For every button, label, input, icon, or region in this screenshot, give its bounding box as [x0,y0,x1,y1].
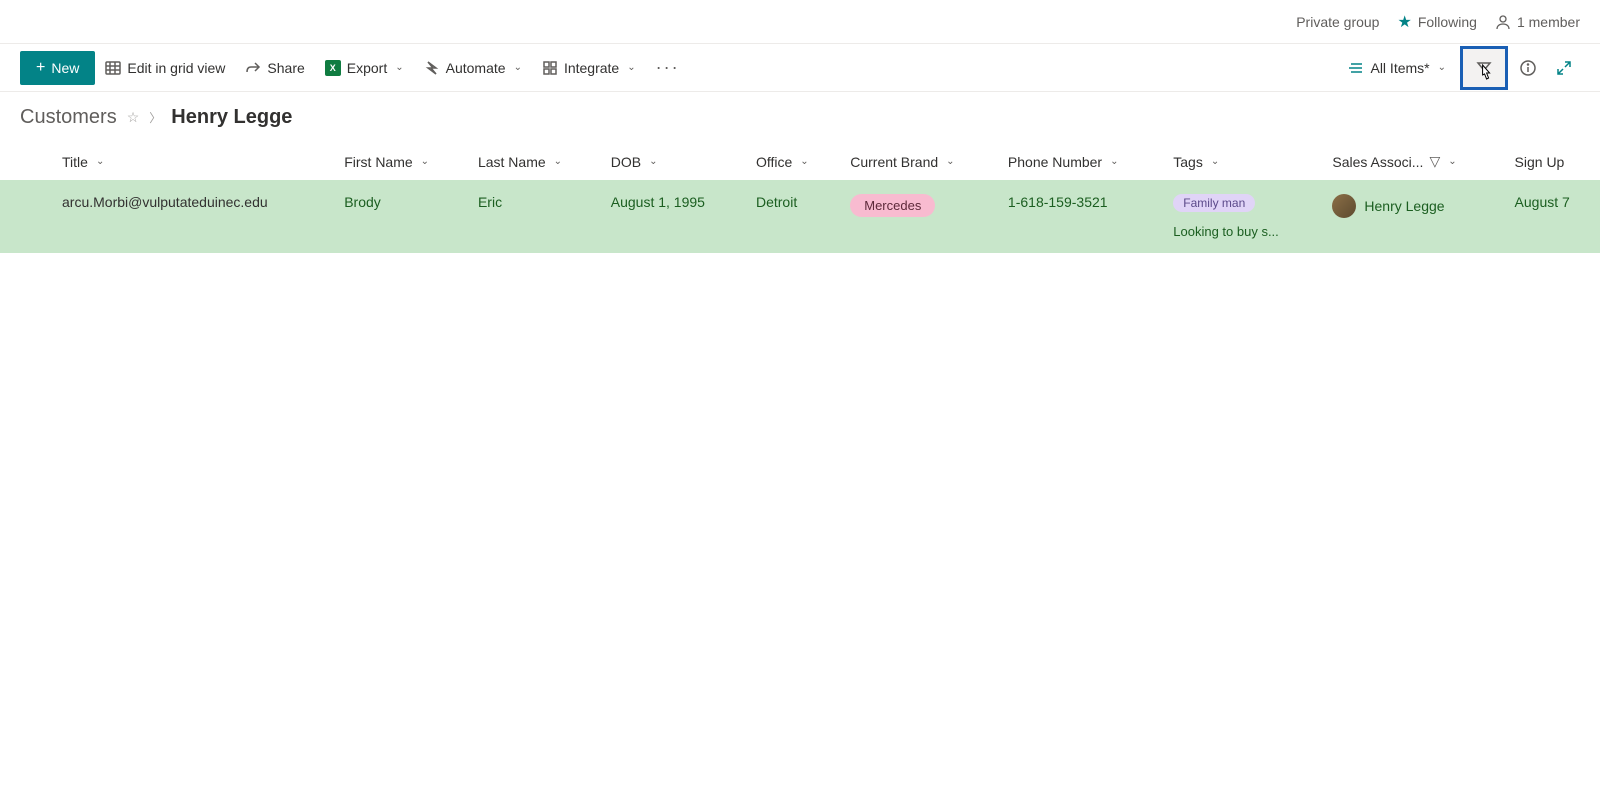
chevron-down-icon: ⌄ [1448,156,1456,167]
column-current-brand[interactable]: Current Brand⌄ [838,143,996,180]
chevron-down-icon: ⌄ [395,62,403,73]
grid-icon [105,60,121,76]
info-button[interactable] [1512,52,1544,84]
select-all-column[interactable] [0,143,50,180]
chevron-down-icon: ⌄ [1211,156,1219,167]
chevron-down-icon: ⌄ [96,156,104,167]
share-label: Share [267,60,304,76]
automate-label: Automate [446,60,506,76]
chevron-down-icon: ⌄ [800,156,808,167]
column-office[interactable]: Office⌄ [744,143,838,180]
chevron-down-icon: ⌄ [554,156,562,167]
cell-current-brand: Mercedes [838,180,996,253]
tag-secondary: Looking to buy s... [1173,224,1308,239]
following-label: Following [1418,14,1477,30]
expand-icon [1556,60,1572,76]
tag-pill: Family man [1173,194,1255,212]
list-table: Title⌄ First Name⌄ Last Name⌄ DOB⌄ Offic… [0,143,1600,253]
column-phone-number[interactable]: Phone Number⌄ [996,143,1161,180]
automate-icon [424,60,440,76]
cell-dob: August 1, 1995 [599,180,744,253]
integrate-icon [542,60,558,76]
table-header: Title⌄ First Name⌄ Last Name⌄ DOB⌄ Offic… [0,143,1600,180]
expand-button[interactable] [1548,52,1580,84]
list-lines-icon [1348,60,1364,76]
breadcrumb: Customers ☆ 〉 Henry Legge [0,92,1600,143]
filter-button[interactable] [1460,46,1508,90]
chevron-down-icon: ⌄ [1438,62,1446,73]
cell-sign-up: August 7 [1503,180,1600,253]
plus-icon: + [36,59,45,77]
cell-tags: Family man Looking to buy s... [1161,180,1320,253]
column-title[interactable]: Title⌄ [50,143,332,180]
automate-button[interactable]: Automate ⌄ [414,52,532,84]
chevron-down-icon: ⌄ [627,62,635,73]
export-button[interactable]: X Export ⌄ [315,52,414,84]
members-label: 1 member [1517,14,1580,30]
cell-title[interactable]: arcu.Morbi@vulputateduinec.edu [50,180,332,253]
person-icon [1495,14,1511,30]
list-container: Title⌄ First Name⌄ Last Name⌄ DOB⌄ Offic… [0,143,1600,253]
new-button-label: New [51,60,79,76]
column-sales-associate[interactable]: Sales Associ...▽⌄ [1320,143,1502,180]
column-last-name[interactable]: Last Name⌄ [466,143,599,180]
group-type-label: Private group [1296,14,1379,30]
table-row[interactable]: arcu.Morbi@vulputateduinec.edu Brody Eri… [0,180,1600,253]
breadcrumb-current: Henry Legge [171,106,292,129]
view-label: All Items* [1370,60,1429,76]
export-label: Export [347,60,387,76]
members-indicator[interactable]: 1 member [1495,14,1580,30]
row-selector[interactable] [0,180,50,253]
info-icon [1520,60,1536,76]
edit-grid-label: Edit in grid view [127,60,225,76]
funnel-small-icon: ▽ [1429,153,1440,170]
avatar [1332,194,1356,218]
chevron-down-icon: ⌄ [946,156,954,167]
cursor-pointer-icon [1478,63,1494,83]
cell-sales-associate: Henry Legge [1320,180,1502,253]
chevron-right-icon: 〉 [149,109,161,126]
cell-office: Detroit [744,180,838,253]
ellipsis-icon: ··· [656,57,680,78]
chevron-down-icon: ⌄ [421,156,429,167]
column-sign-up[interactable]: Sign Up [1503,143,1600,180]
share-icon [245,60,261,76]
favorite-star-icon[interactable]: ☆ [127,109,140,126]
page-header: Private group ★ Following 1 member [0,0,1600,44]
edit-grid-button[interactable]: Edit in grid view [95,52,235,84]
more-button[interactable]: ··· [646,49,690,86]
chevron-down-icon: ⌄ [1110,156,1118,167]
new-button[interactable]: + New [20,51,95,85]
chevron-down-icon: ⌄ [514,62,522,73]
excel-icon: X [325,60,341,76]
cell-phone-number: 1-618-159-3521 [996,180,1161,253]
view-selector[interactable]: All Items* ⌄ [1338,54,1456,82]
cell-first-name: Brody [332,180,466,253]
column-first-name[interactable]: First Name⌄ [332,143,466,180]
share-button[interactable]: Share [235,52,314,84]
integrate-label: Integrate [564,60,619,76]
command-bar: + New Edit in grid view Share X Export ⌄… [0,44,1600,92]
associate-name: Henry Legge [1364,198,1444,214]
cell-last-name: Eric [466,180,599,253]
column-tags[interactable]: Tags⌄ [1161,143,1320,180]
column-dob[interactable]: DOB⌄ [599,143,744,180]
star-filled-icon: ★ [1397,12,1411,32]
following-indicator[interactable]: ★ Following [1397,12,1476,32]
chevron-down-icon: ⌄ [649,156,657,167]
brand-pill: Mercedes [850,194,935,217]
breadcrumb-root[interactable]: Customers [20,106,117,129]
integrate-button[interactable]: Integrate ⌄ [532,52,646,84]
